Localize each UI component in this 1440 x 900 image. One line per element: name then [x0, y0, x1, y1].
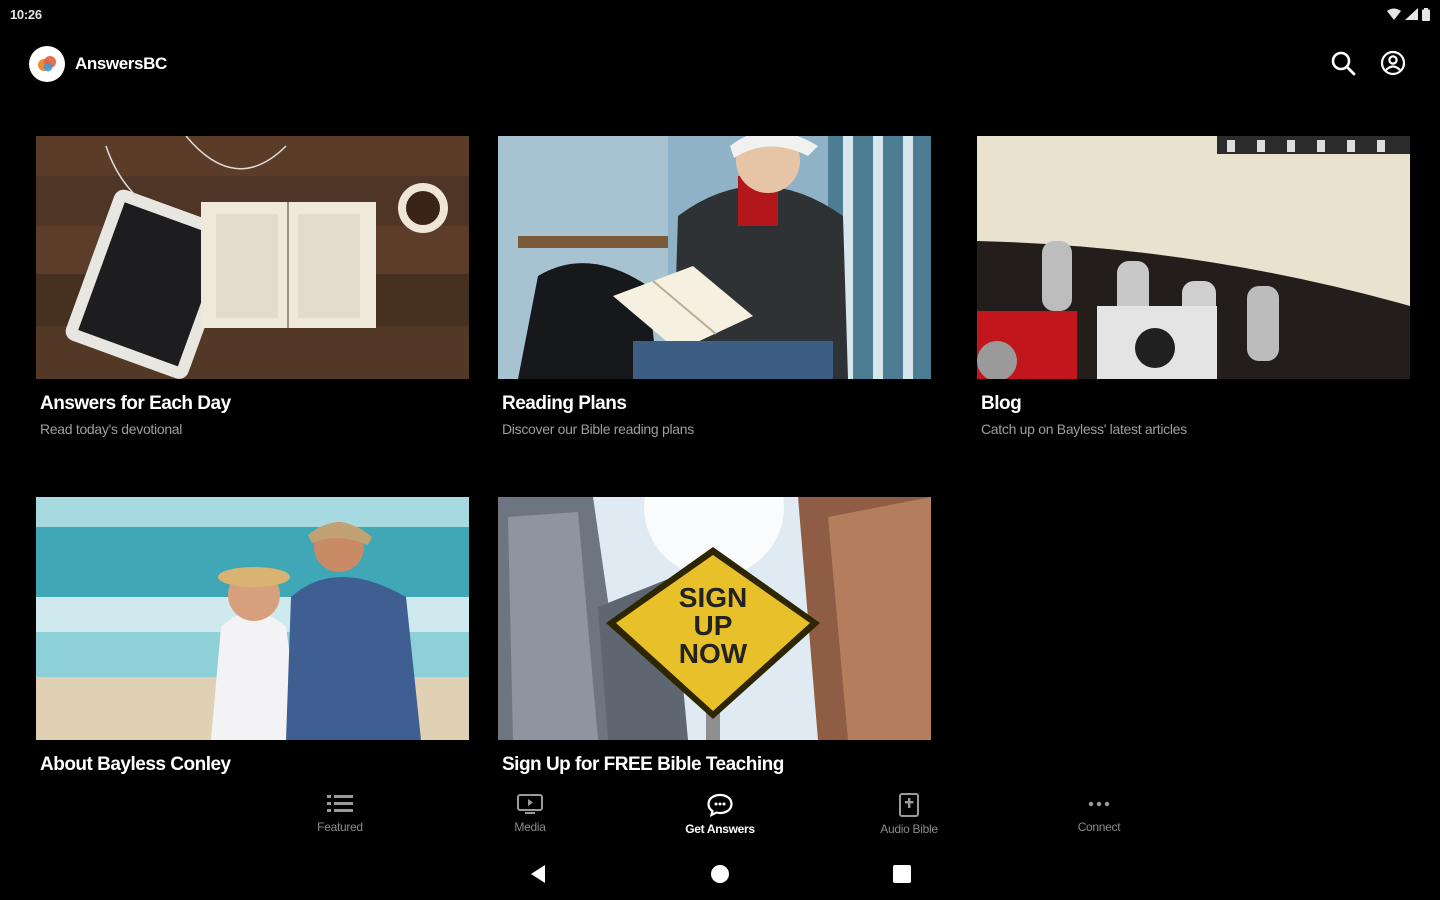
card-title: Sign Up for FREE Bible Teaching	[502, 754, 784, 775]
nav-label: Get Answers	[685, 822, 755, 836]
back-button[interactable]	[526, 862, 550, 886]
home-icon	[711, 865, 729, 883]
wifi-icon	[1387, 8, 1401, 20]
nav-item-audio-bible[interactable]: Audio Bible	[849, 793, 969, 843]
chat-bubble-icon	[707, 793, 733, 817]
card-subtitle: Read today's devotional	[40, 421, 183, 437]
list-icon	[327, 795, 353, 812]
recents-button[interactable]	[890, 862, 914, 886]
card-image-blog	[977, 136, 1410, 379]
nav-item-get-answers[interactable]: Get Answers	[660, 793, 780, 843]
tv-icon	[517, 794, 543, 814]
card-sign-up-free-bible-teaching[interactable]: SIGN UP NOW Sign Up for FREE Bible Teach…	[498, 497, 931, 787]
card-blog[interactable]: Blog Catch up on Bayless' latest article…	[977, 136, 1410, 437]
sign-text-line-2: UP	[694, 610, 733, 641]
nav-item-media[interactable]: Media	[470, 793, 590, 843]
nav-item-connect[interactable]: Connect	[1039, 793, 1159, 843]
search-button[interactable]	[1328, 48, 1358, 78]
nav-label: Audio Bible	[880, 822, 938, 836]
recents-icon	[893, 865, 911, 883]
card-subtitle: Discover our Bible reading plans	[502, 421, 694, 437]
status-icons	[1387, 7, 1430, 21]
app-title: AnswersBC	[75, 54, 167, 73]
nav-label: Connect	[1077, 820, 1121, 834]
status-time: 10:26	[10, 7, 42, 22]
system-navigation-bar	[0, 845, 1440, 900]
nav-label: Featured	[317, 820, 363, 834]
card-image-sign-up: SIGN UP NOW	[498, 497, 931, 740]
card-title: About Bayless Conley	[40, 754, 231, 775]
card-answers-for-each-day[interactable]: Answers for Each Day Read today's devoti…	[36, 136, 469, 437]
battery-icon	[1422, 7, 1430, 21]
sign-text-line-3: NOW	[679, 638, 748, 669]
app-bar: AnswersBC	[0, 28, 1440, 100]
account-icon	[1380, 50, 1406, 76]
card-about-bayless-conley[interactable]: About Bayless Conley	[36, 497, 469, 787]
card-title: Blog	[981, 393, 1022, 414]
signal-icon	[1405, 8, 1418, 20]
nav-label: Media	[514, 820, 546, 834]
bottom-navigation: Featured Media Get Answers Audio Bible C…	[0, 787, 1440, 845]
status-bar: 10:26	[0, 0, 1440, 28]
bible-icon	[899, 793, 919, 817]
sign-text-line-1: SIGN	[679, 582, 747, 613]
nav-item-featured[interactable]: Featured	[280, 793, 400, 843]
card-reading-plans[interactable]: Reading Plans Discover our Bible reading…	[498, 136, 931, 437]
home-button[interactable]	[708, 862, 732, 886]
card-title: Reading Plans	[502, 393, 627, 414]
card-subtitle: Catch up on Bayless' latest articles	[981, 421, 1187, 437]
back-icon	[531, 865, 545, 883]
app-logo[interactable]	[29, 46, 65, 82]
card-title: Answers for Each Day	[40, 393, 231, 414]
card-image-couple	[36, 497, 469, 740]
account-button[interactable]	[1378, 48, 1408, 78]
more-horizontal-icon	[1088, 801, 1110, 807]
card-image-reading	[498, 136, 931, 379]
search-icon	[1331, 51, 1356, 76]
card-image-devotional	[36, 136, 469, 379]
